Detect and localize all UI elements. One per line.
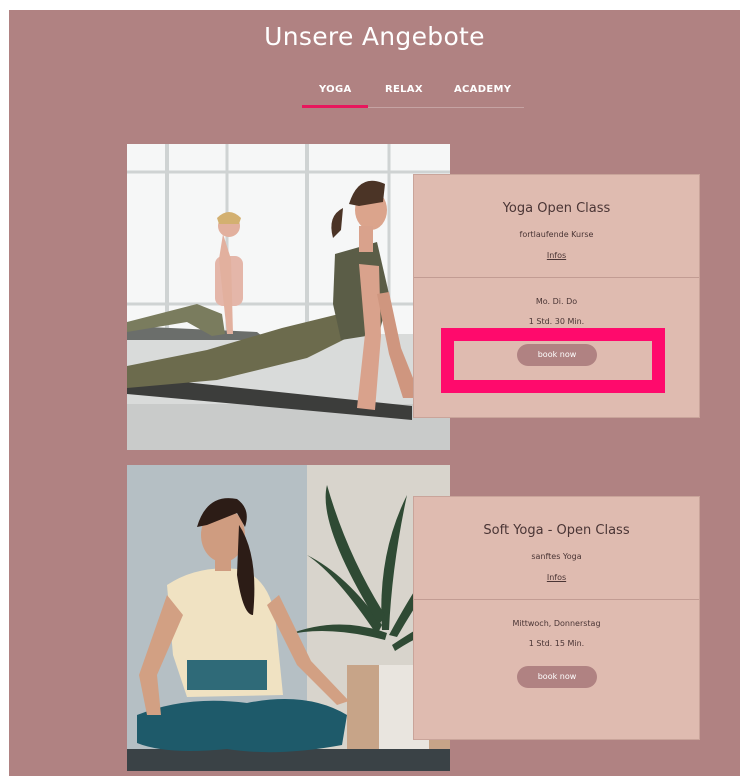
tab-relax[interactable]: RELAX bbox=[385, 84, 423, 95]
yoga-cobra-pose-photo bbox=[127, 144, 450, 450]
category-tabs: YOGA RELAX ACADEMY bbox=[302, 76, 524, 108]
card-days: Mittwoch, Donnerstag bbox=[512, 619, 601, 628]
meditation-lotus-pose-photo bbox=[127, 465, 450, 771]
tab-academy[interactable]: ACADEMY bbox=[454, 84, 511, 95]
class-card-soft-yoga: Soft Yoga - Open Class sanftes Yoga Info… bbox=[413, 496, 700, 740]
active-tab-indicator bbox=[302, 105, 368, 108]
card-divider bbox=[414, 277, 699, 278]
page-background: Unsere Angebote YOGA RELAX ACADEMY Yoga … bbox=[9, 10, 740, 776]
card-subtitle: fortlaufende Kurse bbox=[519, 230, 594, 239]
card-title: Soft Yoga - Open Class bbox=[483, 523, 630, 538]
card-duration: 1 Std. 15 Min. bbox=[528, 639, 585, 648]
class-card-yoga-open: Yoga Open Class fortlaufende Kurse Infos… bbox=[413, 174, 700, 418]
card-duration: 1 Std. 30 Min. bbox=[528, 317, 585, 326]
page-title: Unsere Angebote bbox=[264, 22, 485, 51]
card-divider bbox=[414, 599, 699, 600]
book-now-button[interactable]: book now bbox=[517, 344, 597, 366]
infos-link[interactable]: Infos bbox=[414, 251, 699, 260]
tab-yoga[interactable]: YOGA bbox=[319, 84, 352, 95]
card-title: Yoga Open Class bbox=[502, 201, 611, 216]
card-subtitle: sanftes Yoga bbox=[531, 552, 582, 561]
card-days: Mo. Di. Do bbox=[535, 297, 578, 306]
infos-link[interactable]: Infos bbox=[414, 573, 699, 582]
book-now-button[interactable]: book now bbox=[517, 666, 597, 688]
